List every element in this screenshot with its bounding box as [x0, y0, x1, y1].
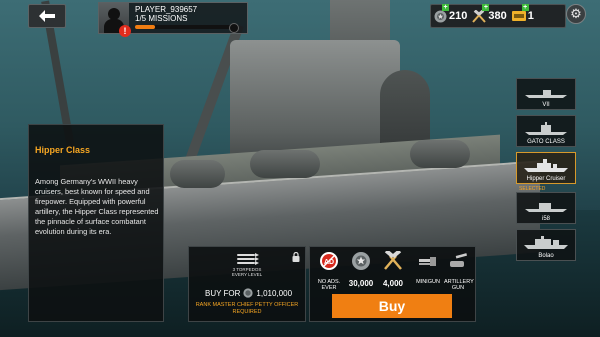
ship-label: Bolao [538, 253, 554, 259]
add-currency-icon[interactable]: + [521, 4, 529, 11]
pack-item-label: MINIGUN [416, 279, 440, 285]
hammers-icon [472, 9, 487, 23]
minigun-icon [419, 257, 436, 266]
player-name: PLAYER_939657 [135, 5, 198, 14]
pack-item-medals: 30,000 [346, 251, 376, 288]
submarine-icon [525, 203, 567, 212]
ship-info-panel: Hipper Class Among Germany's WWII heavy … [28, 124, 164, 322]
alert-badge: ! [119, 25, 131, 37]
missions-progress-fill [135, 25, 156, 29]
artillery-icon [450, 253, 468, 267]
torpedo-caption-line: EVERY LEVEL [231, 272, 263, 277]
ship-label: i58 [541, 216, 550, 222]
ship-funnel [380, 70, 430, 150]
buy-with-currency-panel: 3 TORPEDOS EVERY LEVEL BUY FOR 1,010,000… [188, 246, 306, 322]
lock-icon [292, 252, 300, 262]
arrow-left-icon [39, 10, 55, 22]
ship-option-hipper-cruiser[interactable]: Hipper Cruiser SELECTED [516, 152, 576, 192]
medal-icon [434, 10, 447, 22]
currency-hammers[interactable]: + 380 [472, 3, 507, 23]
currency-bar: + 210 + 380 + 1 [430, 3, 566, 28]
medals-value: 210 [449, 10, 468, 22]
rank-requirement-line: REQUIRED [232, 309, 262, 315]
missions-count: 1/5 MISSIONS [135, 14, 188, 23]
ship-label: GATO CLASS [527, 139, 565, 145]
pack-item-artillery: ARTILLERY GUN [444, 251, 474, 291]
pack-item-label: NO ADS. EVER [317, 279, 341, 291]
buy-for-label: BUY FOR [205, 288, 241, 298]
ticket-icon [511, 11, 526, 21]
ship-option-gato-class[interactable]: GATO CLASS [516, 115, 576, 147]
ship-turret [410, 140, 470, 168]
add-currency-icon[interactable]: + [482, 3, 490, 11]
ship-option-bolao[interactable]: Bolao [516, 229, 576, 261]
cruiser-icon [524, 159, 568, 172]
hammers-icon [384, 249, 402, 270]
ship-description: Among Germany's WWII heavy cruisers, bes… [35, 177, 159, 236]
torpedo-icon [237, 253, 259, 265]
ship-option-vii[interactable]: VII [516, 78, 576, 110]
settings-button[interactable]: ⚙ [566, 4, 586, 24]
rank-requirement-line: RANK MASTER CHIEF PETTY OFFICER [195, 302, 299, 308]
currency-tickets[interactable]: + 1 [511, 4, 534, 22]
currency-medals[interactable]: + 210 [434, 3, 468, 23]
medal-icon [243, 288, 254, 298]
missions-progress-end [229, 23, 239, 33]
hammers-value: 380 [488, 10, 507, 22]
back-button[interactable] [28, 4, 66, 28]
ship-option-i58[interactable]: i58 [516, 192, 576, 224]
pack-item-hammers: 4,000 [378, 249, 408, 288]
buy-for-price[interactable]: BUY FOR 1,010,000 [205, 288, 292, 298]
submarine-icon [525, 90, 567, 98]
no-ads-icon: AD [320, 252, 338, 270]
submarine-icon [525, 122, 567, 135]
torpedo-caption: 3 TORPEDOS EVERY LEVEL [189, 267, 305, 277]
ship-turret [250, 150, 320, 178]
ship-turret [170, 160, 225, 188]
pack-item-value: 4,000 [382, 279, 404, 288]
medal-icon [352, 252, 370, 270]
pack-item-label: ARTILLERY GUN [444, 279, 474, 291]
pack-item-no-ads: AD NO ADS. EVER [316, 251, 342, 291]
player-profile[interactable]: ! PLAYER_939657 1/5 MISSIONS [98, 2, 248, 37]
ship-label: Hipper Cruiser [526, 176, 566, 182]
rank-requirement: RANK MASTER CHIEF PETTY OFFICER REQUIRED [189, 302, 305, 316]
buy-for-amount: 1,010,000 [256, 288, 293, 298]
pack-item-value: 30,000 [348, 279, 374, 288]
ship-title: Hipper Class [35, 145, 91, 155]
add-currency-icon[interactable]: + [442, 3, 449, 11]
missions-progress-bar [135, 23, 239, 33]
battleship-icon [524, 236, 568, 249]
premium-pack-panel: AD NO ADS. EVER 30,000 4,000 MINIGUN ART… [309, 246, 476, 322]
gear-icon: ⚙ [570, 6, 582, 21]
buy-button[interactable]: Buy [332, 294, 452, 318]
ship-label: VII [542, 102, 550, 108]
tickets-value: 1 [527, 10, 534, 22]
pack-item-minigun: MINIGUN [414, 251, 442, 285]
